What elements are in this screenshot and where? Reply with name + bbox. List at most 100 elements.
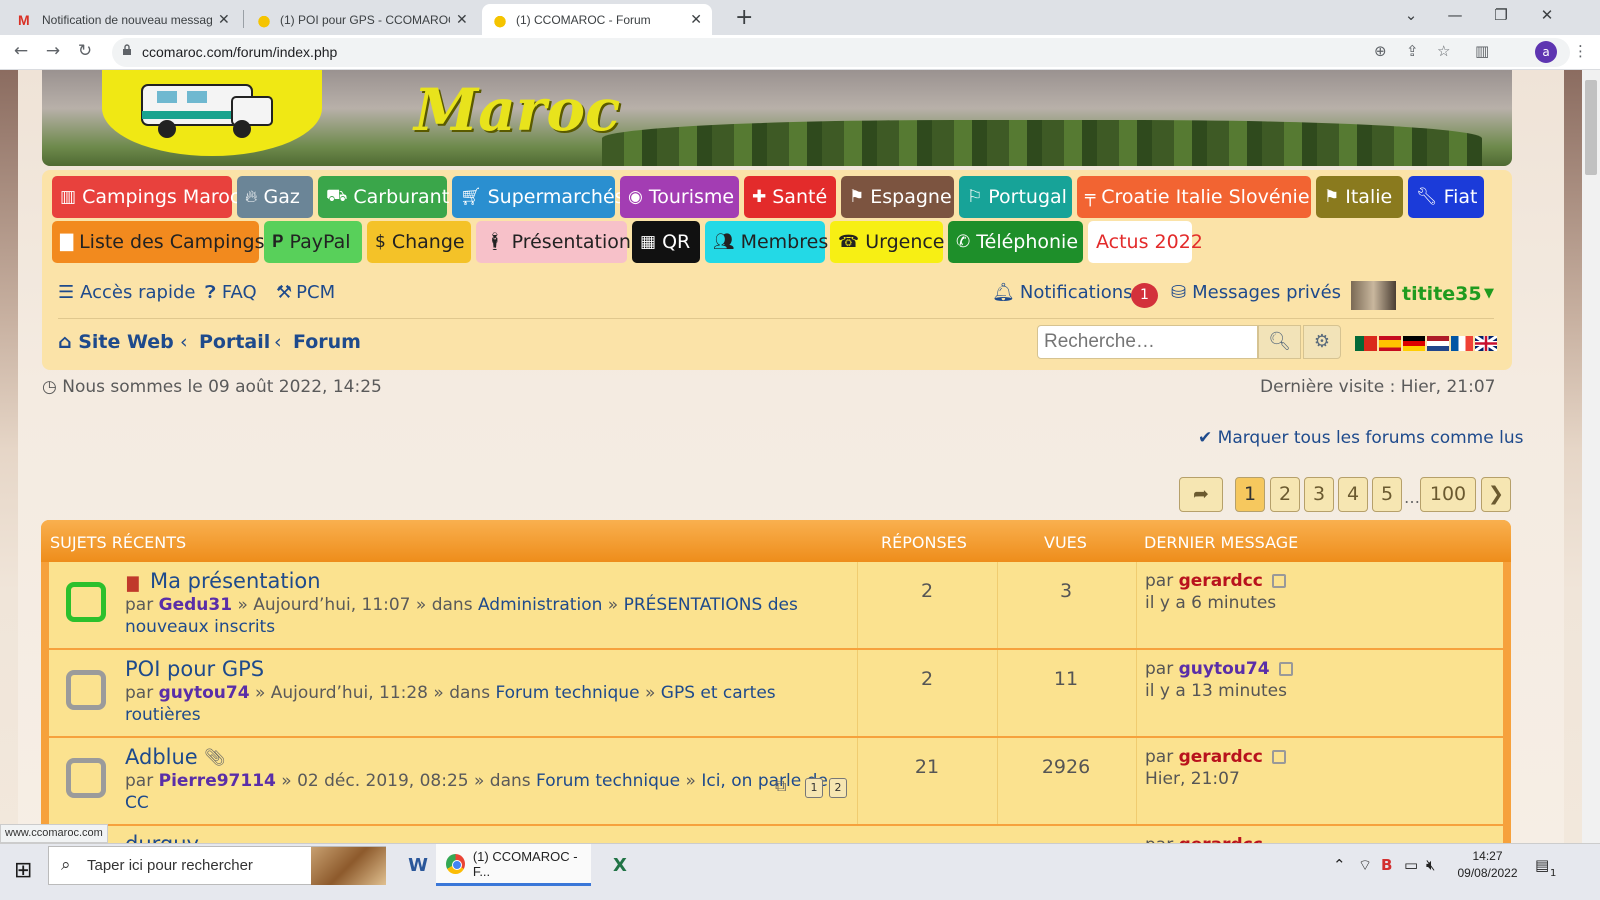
omnibox[interactable]: ccomaroc.com/forum/index.php ⊕ ⇪ ☆ — [112, 38, 1570, 67]
topic-page-2-link[interactable]: 2 — [829, 778, 847, 798]
breadcrumb-portal[interactable]: Portail — [199, 331, 270, 353]
nav-actus-2022[interactable]: Actus 2022 — [1088, 221, 1203, 263]
nav-liste-des-campings[interactable]: ▇ Liste des Campings — [52, 221, 264, 263]
page-last-button[interactable]: 100 — [1420, 477, 1476, 512]
share-icon[interactable]: ⇪ — [1406, 42, 1419, 60]
forum-link[interactable]: Forum technique — [495, 683, 639, 703]
nav-supermarches[interactable]: 🛒︎ Supermarchés — [452, 176, 625, 218]
network-icon[interactable]: ⌔ — [1358, 856, 1372, 875]
search-button[interactable]: 🔍︎ — [1258, 325, 1301, 359]
next-page-button[interactable]: ❯ — [1481, 477, 1511, 512]
last-post-user[interactable]: gerardcc — [1179, 747, 1263, 767]
nav-sante[interactable]: ✚ Santé — [744, 176, 836, 218]
mark-all-read-link[interactable]: ✔ Marquer tous les forums comme lus — [1198, 428, 1523, 448]
forum-link[interactable]: Forum technique — [536, 771, 680, 791]
battery-icon[interactable]: ▭ — [1404, 856, 1418, 874]
bookmark-star-icon[interactable]: ☆ — [1437, 42, 1450, 60]
breadcrumb-forum[interactable]: Forum — [293, 331, 361, 353]
menu-dots-icon[interactable]: ⋮ — [1573, 42, 1588, 60]
browser-tab-gmail[interactable]: M Notification de nouveau message ✕ — [8, 4, 240, 35]
taskbar-clock[interactable]: 14:27 09/08/2022 — [1455, 848, 1520, 882]
last-post-user[interactable]: guytou74 — [1179, 659, 1270, 679]
volume-muted-icon[interactable]: 🔇︎ — [1426, 856, 1435, 874]
goto-last-post-icon[interactable] — [1272, 750, 1287, 764]
page-2-button[interactable]: 2 — [1270, 477, 1300, 512]
user-avatar[interactable] — [1351, 281, 1396, 310]
flag-france-icon[interactable] — [1451, 336, 1473, 351]
vertical-scrollbar[interactable] — [1582, 70, 1600, 858]
caret-down-icon[interactable]: ▼ — [1484, 286, 1494, 301]
nav-croatie-italie-slovenie[interactable]: ╤ Croatie Italie Slovénie — [1077, 176, 1311, 218]
back-icon[interactable]: ← — [10, 41, 32, 61]
advanced-search-button[interactable]: ⚙ — [1303, 325, 1341, 359]
nav-carburant[interactable]: ⛟ Carburant — [318, 176, 449, 218]
nav-espagne[interactable]: ⚑ Espagne — [841, 176, 954, 218]
topic-author[interactable]: Gedu31 — [159, 595, 232, 615]
nav-urgence[interactable]: ☎ Urgence — [830, 221, 945, 263]
notification-center-icon[interactable]: ▤ — [1535, 856, 1549, 874]
profile-avatar[interactable]: a — [1535, 41, 1557, 63]
last-post-user[interactable]: gerardcc — [1179, 571, 1263, 591]
goto-last-post-icon[interactable] — [1272, 574, 1287, 588]
nav-membres[interactable]: 👥︎ Membres — [705, 221, 828, 263]
scrollbar-thumb[interactable] — [1585, 80, 1597, 175]
url-text[interactable]: ccomaroc.com/forum/index.php — [142, 44, 337, 60]
nav-telephonie[interactable]: ✆ Téléphonie — [948, 221, 1083, 263]
pcm-link[interactable]: ⚒ PCM — [276, 282, 335, 303]
side-panel-icon[interactable]: ▥ — [1475, 42, 1489, 60]
close-window-icon[interactable]: ✕ — [1524, 6, 1570, 24]
nav-paypal[interactable]: 𝐏 PayPal — [264, 221, 362, 263]
restore-icon[interactable]: ❐ — [1478, 6, 1524, 24]
nav-fiat[interactable]: 🔧︎ Fiat — [1408, 176, 1484, 218]
minimize-icon[interactable]: — — [1432, 6, 1478, 24]
page-5-button[interactable]: 5 — [1372, 477, 1402, 512]
browser-tab-forum[interactable]: (1) CCOMAROC - Forum ✕ — [482, 4, 712, 35]
nav-campings-maroc[interactable]: ▥ Campings Maroc — [52, 176, 240, 218]
faq-link[interactable]: ❓︎ FAQ — [205, 282, 257, 303]
taskbar-search-box[interactable]: ⌕ Taper ici pour rechercher — [48, 846, 386, 885]
page-3-button[interactable]: 3 — [1304, 477, 1334, 512]
nav-italie[interactable]: ⚑ Italie — [1316, 176, 1403, 218]
username-link[interactable]: titite35 — [1402, 283, 1482, 305]
tab-close-icon[interactable]: ✕ — [218, 11, 230, 28]
breadcrumb-site[interactable]: ⌂ Site Web — [58, 331, 174, 353]
new-tab-button[interactable]: + — [735, 5, 753, 30]
topic-page-1-link[interactable]: 1 — [805, 778, 823, 798]
topic-author[interactable]: Pierre97114 — [159, 771, 276, 791]
flag-uk-icon[interactable] — [1474, 334, 1498, 353]
flag-netherlands-icon[interactable] — [1427, 336, 1449, 351]
notification-count-badge[interactable]: 1 — [1131, 283, 1158, 308]
topic-title[interactable]: Ma présentation — [150, 569, 321, 593]
jump-to-page-button[interactable]: ➦ — [1179, 477, 1223, 512]
notifications-link[interactable]: 🔔︎ Notifications — [992, 282, 1133, 303]
quick-access-link[interactable]: ☰ Accès rapide — [58, 282, 195, 303]
goto-last-post-icon[interactable] — [1278, 662, 1293, 676]
browser-tab-poi[interactable]: (1) POI pour GPS - CCOMAROC ✕ — [246, 4, 478, 35]
windows-start-icon[interactable]: ⊞ — [14, 858, 32, 883]
flag-spain-icon[interactable] — [1379, 336, 1401, 351]
nav-change[interactable]: $ Change — [367, 221, 471, 263]
tab-close-icon[interactable]: ✕ — [690, 11, 702, 28]
forum-link[interactable]: Administration — [478, 595, 602, 615]
nav-gaz[interactable]: 🔥︎ Gaz — [237, 176, 313, 218]
forward-icon[interactable]: → — [42, 41, 64, 61]
site-banner[interactable]: Maroc — [42, 70, 1512, 166]
page-4-button[interactable]: 4 — [1338, 477, 1368, 512]
topic-title[interactable]: POI pour GPS — [125, 657, 264, 681]
tab-close-icon[interactable]: ✕ — [456, 11, 468, 28]
excel-app-icon[interactable]: X — [600, 848, 640, 884]
zoom-icon[interactable]: ⊕ — [1374, 42, 1387, 60]
antivirus-icon[interactable]: B — [1381, 856, 1392, 874]
flag-germany-icon[interactable] — [1403, 336, 1425, 351]
show-hidden-icons[interactable]: ⌃ — [1333, 856, 1346, 874]
nav-presentation[interactable]: 🕴︎ Présentation — [476, 221, 631, 263]
nav-qr[interactable]: ▦ QR — [632, 221, 700, 263]
search-input[interactable] — [1037, 325, 1258, 359]
flag-portugal-icon[interactable] — [1355, 336, 1377, 351]
nav-tourisme[interactable]: ◉ Tourisme — [620, 176, 739, 218]
taskbar-chrome-app[interactable]: (1) CCOMAROC - F... — [436, 844, 591, 886]
nav-portugal[interactable]: ⚐ Portugal — [959, 176, 1072, 218]
private-messages-link[interactable]: ⛁ Messages privés — [1171, 282, 1341, 303]
topic-title[interactable]: Adblue — [125, 745, 198, 769]
topic-author[interactable]: guytou74 — [159, 683, 250, 703]
